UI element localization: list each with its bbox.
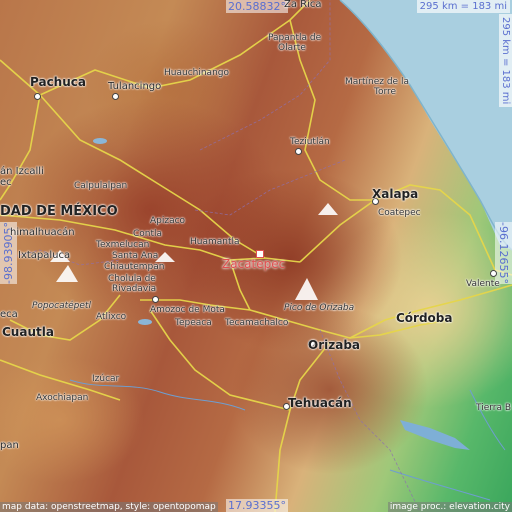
lake: [138, 319, 152, 325]
city-label-za-rica: Za Rica: [284, 0, 322, 10]
city-dot: [112, 93, 119, 100]
city-label-cordoba: Córdoba: [396, 311, 453, 325]
city-label-cholula-2: Rivadavia: [112, 284, 157, 294]
city-label-izcalli-1: án Izcalli: [0, 166, 44, 177]
city-label-chiautempan: Chiautempan: [104, 262, 165, 272]
city-label-tehuacan: Tehuacán: [288, 396, 352, 410]
scale-bar-horizontal: 295 km = 183 mi: [416, 0, 510, 13]
city-label-cuautla: Cuautla: [2, 325, 54, 339]
map-credit-left: map data: openstreetmap, style: opentopo…: [0, 502, 218, 512]
topographic-map[interactable]: 20.58832° 17.93355° -98.93905° -96.12655…: [0, 0, 512, 512]
city-label-tecamachalco: Tecamachalco: [225, 318, 289, 328]
scale-bar-vertical: 295 km = 183 mi: [499, 14, 512, 108]
city-dot: [490, 270, 497, 277]
city-label-axochiapan: Axochiapan: [36, 393, 89, 403]
city-label-ixtapaluca: Ixtapaluca: [18, 250, 71, 261]
peak-label-orizaba: Pico de Orizaba: [284, 303, 355, 313]
city-label-tierra-blanca: Tierra B: [476, 403, 512, 413]
city-label-valente: Valente: [466, 279, 500, 289]
city-label-tepeaca: Tepeaca: [175, 318, 212, 328]
peak-label-popocatepetl: Popocatépetl: [32, 301, 91, 311]
city-label-cholula-1: Cholula de: [108, 274, 156, 284]
city-dot: [152, 296, 159, 303]
city-label-chimalhuacan: himalhuacán: [10, 227, 75, 238]
city-label-martinez-2: Torre: [374, 87, 397, 97]
city-dot: [295, 148, 302, 155]
city-label-xalapa: Xalapa: [372, 187, 419, 201]
city-label-atlixco: Atlixco: [96, 312, 127, 322]
city-label-huamantla: Huamantla: [190, 237, 240, 247]
city-label-amozoc: Amozoc de Mota: [150, 305, 225, 315]
city-label-martinez-1: Martínez de la: [345, 77, 409, 87]
city-label-pachuca: Pachuca: [30, 75, 86, 89]
map-credit-right: image proc.: elevation.city: [387, 502, 512, 512]
city-label-papantla: Papantla de: [268, 33, 322, 43]
city-label-calpulalpan: Calpulalpan: [74, 181, 128, 191]
peak-popocatepetl: [56, 265, 78, 282]
city-label-coatepec: Coatepec: [378, 208, 421, 218]
city-label-eca: eca: [0, 309, 18, 320]
city-label-orizaba: Orizaba: [308, 338, 361, 352]
lake: [93, 138, 107, 144]
city-label-pan: pan: [0, 440, 19, 451]
bottom-latitude-label: 17.93355°: [226, 499, 288, 512]
target-label[interactable]: Zacatepec: [222, 258, 285, 270]
peak-cofre: [318, 203, 338, 215]
city-label-apizaco: Apizaco: [150, 216, 186, 226]
city-label-mexico: DAD DE MÉXICO: [0, 204, 118, 219]
city-label-izucar: Izúcar: [92, 374, 120, 384]
city-label-texmelucan: Texmelucan: [96, 240, 150, 250]
city-label-teziutlan: Teziutlán: [290, 137, 330, 147]
city-label-contla: Contla: [133, 229, 163, 239]
city-label-izcalli-2: ec: [0, 177, 12, 188]
peak-orizaba: [295, 278, 318, 300]
reservoir: [400, 420, 470, 450]
right-longitude-label: -96.12655°: [495, 222, 512, 284]
city-dot: [34, 93, 41, 100]
city-label-tulancingo: Tulancingo: [108, 81, 162, 92]
city-label-olarte: Olarte: [278, 43, 306, 53]
city-label-huauchinango: Huauchinango: [164, 68, 229, 78]
top-latitude-label: 20.58832°: [226, 0, 288, 13]
city-label-santa-ana: Santa Ana: [112, 251, 159, 261]
